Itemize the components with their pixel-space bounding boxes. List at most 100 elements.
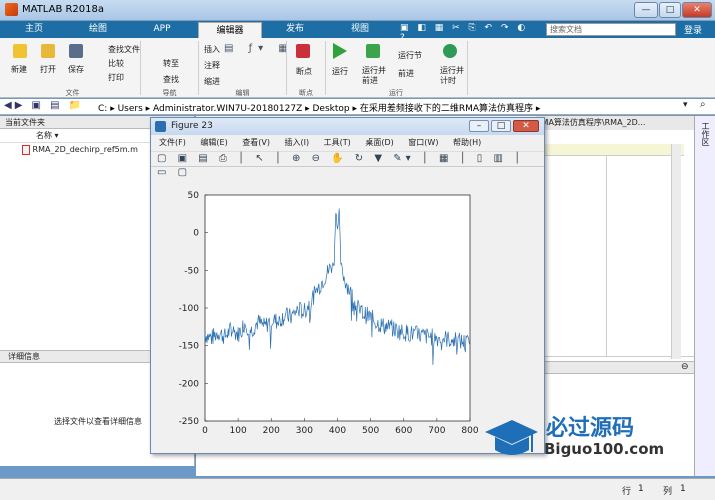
divider [325,41,326,95]
run-advance-button[interactable]: 运行并前进 [362,66,388,86]
find-files-button[interactable]: 查找文件 [108,44,140,55]
editor-scrollbar[interactable] [671,144,681,359]
search-icon[interactable]: ⌕ [700,99,706,110]
editor-tab[interactable]: RMA算法仿真程序\RMA_2D... [536,116,696,130]
find-button[interactable]: 查找 [163,74,179,85]
address-bar[interactable]: ◀▶ ▣ ▤ 📁 C: ▸ Users ▸ Administrator.WIN7… [0,99,715,115]
breakpoints-button[interactable]: 断点 [296,66,312,77]
goto-button[interactable]: 转至 [163,58,179,69]
y-tick-label: -100 [179,304,200,314]
x-tick-label: 300 [296,426,313,436]
breadcrumb-item[interactable]: Administrator.WIN7U-20180127Z [153,104,302,114]
figure-icon [155,121,166,132]
editor-code-line [536,144,684,156]
save-button[interactable]: 保存 [68,64,84,75]
menu-file[interactable]: 文件(F) [159,138,186,147]
run-section-button[interactable]: 运行节 [398,50,422,61]
search-input[interactable]: 搜索文档 [546,23,676,36]
address-dropdown-icon[interactable]: ▾ [683,100,688,110]
graduation-cap-icon [485,420,538,455]
y-tick-label: 0 [193,229,199,239]
y-tick-label: -200 [179,379,200,389]
run-button[interactable]: 运行 [332,66,348,77]
y-tick-label: -250 [179,417,200,427]
figure-title-bar[interactable]: Figure 23 – □ ✕ [151,118,544,135]
run-time-button[interactable]: 运行并计时 [440,66,464,86]
run-advance-icon [366,44,380,58]
figure-toolbar[interactable]: ▢ ▣ ▤ ⎙ │ ↖ │ ⊕ ⊖ ✋ ↻ ▼ ✎▾ │ ▦ │ ▯ ▥ │ ▭… [151,151,544,178]
divider [286,41,287,95]
file-name[interactable]: RMA_2D_dechirp_ref5m.m [33,145,138,154]
tab-publish[interactable]: 发布 [265,21,325,38]
breadcrumb-item[interactable]: Desktop [313,104,350,114]
x-tick-label: 500 [362,426,379,436]
breakpoint-icon [296,44,310,58]
breadcrumb-item[interactable]: 在采用差频接收下的二维RMA算法仿真程序 [360,104,533,114]
login-link[interactable]: 登录 [684,23,702,36]
group-label-file: 文件 [65,89,80,97]
watermark-url: Biguo100.com [544,440,665,458]
divider [467,41,468,95]
figure-title: Figure 23 [171,121,213,131]
figure-minimize-button[interactable]: – [469,120,489,132]
figure-close-button[interactable]: ✕ [513,120,539,132]
matlab-logo-icon [5,3,18,16]
run-icon [333,43,347,59]
open-folder-icon [41,44,55,58]
menu-help[interactable]: 帮助(H) [453,138,481,147]
menu-edit[interactable]: 编辑(E) [200,138,227,147]
workspace-label[interactable]: 工作区 [700,122,711,146]
edit-tools-icons[interactable]: ▤ ƒ▾ ▦ [224,43,294,54]
x-tick-label: 200 [263,426,280,436]
save-icon [69,44,83,58]
indent-button[interactable]: 缩进 [204,76,220,87]
figure-maximize-button[interactable]: □ [491,120,511,132]
print-button[interactable]: 打印 [108,72,124,83]
new-button[interactable]: 新建 [11,64,27,75]
menu-tools[interactable]: 工具(T) [324,138,351,147]
close-button[interactable]: ✕ [682,2,712,18]
advance-button[interactable]: 前进 [398,68,414,79]
menu-desktop[interactable]: 桌面(D) [365,138,393,147]
breadcrumb-item[interactable]: C: [98,104,107,114]
open-button[interactable]: 打开 [40,64,56,75]
line-label: 行 [622,487,632,497]
figure-window[interactable]: Figure 23 – □ ✕ 文件(F) 编辑(E) 查看(V) 插入(I) … [150,117,545,454]
quick-access-icons[interactable]: ▣ ◧ ▦ ✂ ⎘ ↶ ↷ ◐ ? [400,23,540,43]
y-tick-label: -50 [184,266,199,276]
group-label-navigate: 导航 [162,89,177,97]
comment-button[interactable]: 注释 [204,60,220,71]
minimize-button[interactable]: — [634,2,658,18]
compare-button[interactable]: 比较 [108,58,124,69]
tab-apps[interactable]: APP [132,21,192,38]
tab-view[interactable]: 视图 [330,21,390,38]
divider [536,356,714,357]
line-number: 1 [638,484,644,494]
details-hint: 选择文件以查看详细信息 [54,417,142,426]
m-file-icon [22,144,30,155]
x-tick-label: 400 [329,426,346,436]
toolstrip-tabs: 主页 绘图 APP 编辑器 发布 视图 ▣ ◧ ▦ ✂ ⎘ ↶ ↷ ◐ ? 搜索… [0,21,715,43]
x-tick-label: 0 [202,426,208,436]
ribbon: 新建 打开 保存 查找文件 比较 打印 文件 转至 查找 导航 插入 注释 缩进… [0,38,715,98]
maximize-button[interactable]: □ [659,2,681,18]
menu-window[interactable]: 窗口(W) [408,138,438,147]
col-number: 1 [680,484,686,494]
group-label-edit: 编辑 [235,89,250,97]
watermark-text: 必过源码 [546,416,635,441]
tab-home[interactable]: 主页 [4,21,64,38]
divider [198,41,199,95]
breadcrumb[interactable]: C: ▸ Users ▸ Administrator.WIN7U-2018012… [98,101,540,114]
workspace-panel[interactable]: 工作区 [694,116,715,476]
divider [140,41,141,95]
nav-arrows-icon[interactable]: ◀▶ ▣ ▤ 📁 [4,100,84,111]
tab-plots[interactable]: 绘图 [68,21,128,38]
current-folder-title: 当前文件夹 [5,118,45,127]
collapse-icon[interactable]: ⊖ [681,362,689,372]
tab-editor[interactable]: 编辑器 [198,22,262,38]
menu-insert[interactable]: 插入(I) [285,138,310,147]
breadcrumb-item[interactable]: Users [118,104,143,114]
x-tick-label: 800 [461,426,478,436]
menu-view[interactable]: 查看(V) [242,138,270,147]
insert-button[interactable]: 插入 [204,44,220,55]
